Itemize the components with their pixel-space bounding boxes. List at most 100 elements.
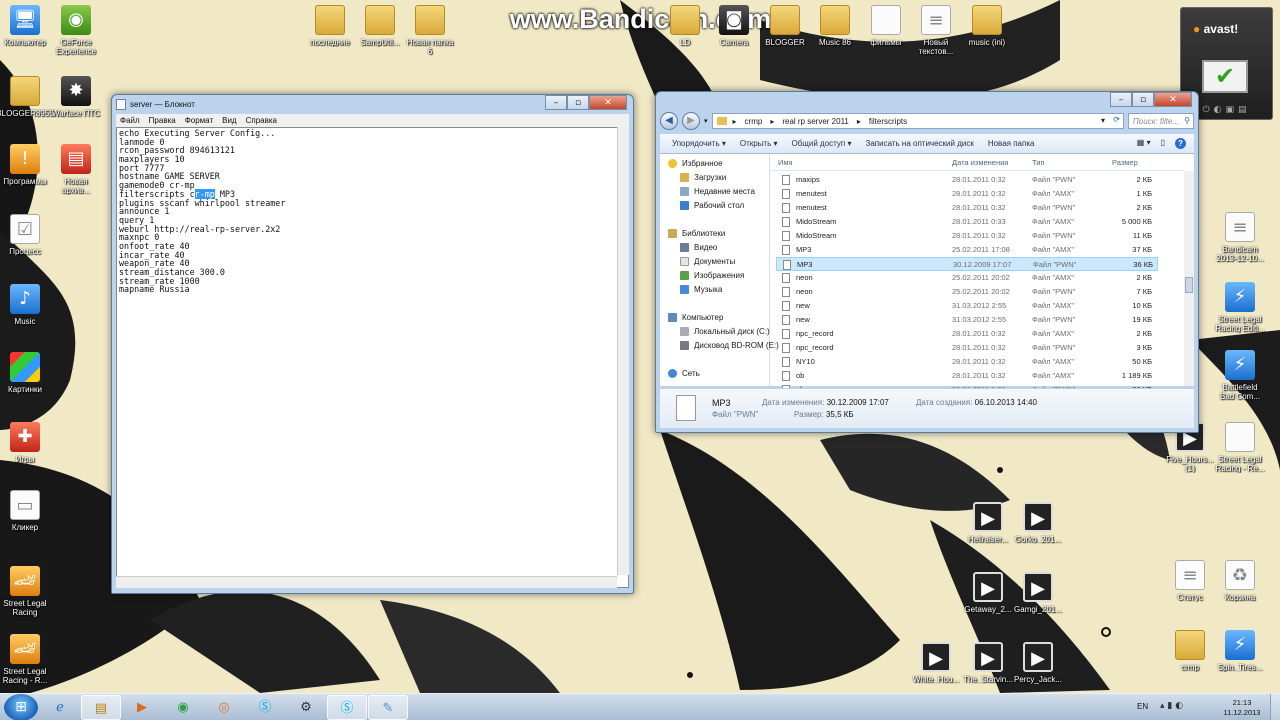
close-button[interactable]: ✕ bbox=[589, 95, 627, 110]
share-button[interactable]: Общий доступ ▾ bbox=[792, 139, 852, 148]
file-row[interactable]: menutest 28.01.2011 0:32 Файл "PWN" 2 КБ bbox=[776, 201, 1158, 215]
desktop-icon-spin-tires[interactable]: ⚡ Spin_Tires... bbox=[1210, 630, 1270, 672]
forward-button[interactable]: ▶ bbox=[682, 112, 700, 130]
notepad-taskbar-icon[interactable]: ✎ bbox=[368, 695, 408, 720]
column-name[interactable]: Имя bbox=[778, 158, 793, 167]
file-row[interactable]: MP3 25.02.2011 17:08 Файл "AMX" 37 КБ bbox=[776, 243, 1158, 257]
scroll-thumb[interactable] bbox=[1185, 277, 1193, 293]
desktop-icon-bandicam-file[interactable]: ≡ Bandicam 2013-12-10... bbox=[1210, 212, 1270, 263]
open-button[interactable]: Открыть ▾ bbox=[740, 139, 778, 148]
nav-libraries[interactable]: Библиотеки bbox=[668, 229, 725, 238]
help-icon[interactable]: ? bbox=[1175, 138, 1186, 149]
media-player-icon[interactable]: ▶ bbox=[122, 695, 162, 720]
new-folder-button[interactable]: Новая папка bbox=[988, 139, 1035, 148]
language-indicator[interactable]: EN bbox=[1137, 702, 1148, 711]
menu-file[interactable]: Файл bbox=[120, 114, 140, 127]
explorer-window[interactable]: – ▫ ✕ ◀ ▶ ▾ ▸ crmp ▸ real rp server 2011… bbox=[655, 91, 1199, 433]
burn-button[interactable]: Записать на оптический диск bbox=[866, 139, 974, 148]
desktop-icon-music-ini[interactable]: music (ini) bbox=[957, 5, 1017, 47]
steam-icon[interactable]: ⚙ bbox=[286, 695, 326, 720]
nav-images[interactable]: Изображения bbox=[680, 271, 744, 280]
file-row[interactable]: npc_record 28.01.2011 0:32 Файл "AMX" 2 КБ bbox=[776, 327, 1158, 341]
file-row[interactable]: MidoStream 28.01.2011 0:32 Файл "PWN" 11 КБ bbox=[776, 229, 1158, 243]
file-row[interactable]: new 31.03.2012 2:55 Файл "PWN" 19 КБ bbox=[776, 313, 1158, 327]
desktop-icon-clicker[interactable]: ▭ Кликер bbox=[0, 490, 55, 532]
explorer-taskbar-icon[interactable]: ▤ bbox=[81, 695, 121, 720]
nav-video[interactable]: Видео bbox=[680, 243, 717, 252]
view-options-icon[interactable]: ▦ ▾ bbox=[1137, 138, 1151, 149]
menu-help[interactable]: Справка bbox=[246, 114, 277, 127]
file-row[interactable]: neon 25.02.2011 20:02 Файл "AMX" 2 КБ bbox=[776, 271, 1158, 285]
nav-favorites[interactable]: Избранное bbox=[668, 159, 723, 168]
file-row[interactable]: maxips 28.01.2011 0:32 Файл "PWN" 2 КБ bbox=[776, 173, 1158, 187]
vertical-scrollbar[interactable] bbox=[617, 127, 629, 575]
desktop-icon-pictures[interactable]: Картинки bbox=[0, 352, 55, 394]
column-type[interactable]: Тип bbox=[1032, 158, 1045, 167]
organize-button[interactable]: Упорядочить ▾ bbox=[672, 139, 726, 148]
vertical-scrollbar[interactable] bbox=[1184, 171, 1194, 386]
chrome-icon[interactable]: ◉ bbox=[163, 695, 203, 720]
menu-edit[interactable]: Правка bbox=[149, 114, 176, 127]
nav-music[interactable]: Музыка bbox=[680, 285, 722, 294]
desktop-icon-archive[interactable]: ▤ Новая архив... bbox=[46, 144, 106, 195]
nav-local-disk[interactable]: Локальный диск (C:) bbox=[680, 327, 770, 336]
internet-explorer-icon[interactable]: ℯ bbox=[40, 695, 80, 720]
menu-view[interactable]: Вид bbox=[222, 114, 236, 127]
firefox-icon[interactable]: ◎ bbox=[204, 695, 244, 720]
desktop-icon-white-house[interactable]: ▶ White_Hou... bbox=[906, 642, 966, 684]
desktop-icon-games[interactable]: ✚ Игры bbox=[0, 422, 55, 464]
desktop-icon-warface[interactable]: ✸ Warface ПТС bbox=[46, 76, 106, 118]
desktop-icon-new-folder-6[interactable]: Новая папка 6 bbox=[400, 5, 460, 56]
file-row[interactable]: NY10 28.01.2011 0:32 Файл "AMX" 50 КБ bbox=[776, 355, 1158, 369]
file-row[interactable]: neon 25.02.2011 20:02 Файл "PWN" 7 КБ bbox=[776, 285, 1158, 299]
desktop-icon-geforce[interactable]: ◉ GeForce Experience bbox=[46, 5, 106, 56]
nav-bd-rom[interactable]: Дисковод BD-ROM (E:) bbox=[680, 341, 779, 350]
history-dropdown-icon[interactable]: ▾ bbox=[704, 117, 708, 125]
tray-icons[interactable]: ▴ ▮ ◐ bbox=[1160, 701, 1183, 711]
desktop-icon-battlefield[interactable]: ⚡ Battlefield Bad Com... bbox=[1210, 350, 1270, 401]
desktop-icon-gamgi[interactable]: ▶ Gamgi_201... bbox=[1008, 572, 1068, 614]
maximize-button[interactable]: ▫ bbox=[1132, 92, 1154, 107]
nav-computer[interactable]: Компьютер bbox=[668, 313, 723, 322]
desktop-icon-recycle-bin[interactable]: ♻ Корзина bbox=[1210, 560, 1270, 602]
refresh-icon[interactable]: ⟳ bbox=[1113, 115, 1120, 124]
nav-downloads[interactable]: Загрузки bbox=[680, 173, 726, 182]
skype-icon[interactable]: Ⓢ bbox=[245, 695, 285, 720]
breadcrumb-crmp[interactable]: crmp bbox=[745, 117, 763, 126]
file-row[interactable]: new 31.03.2012 2:55 Файл "AMX" 10 КБ bbox=[776, 299, 1158, 313]
nav-network[interactable]: Сеть bbox=[668, 369, 700, 378]
maximize-button[interactable]: ▫ bbox=[567, 95, 589, 110]
desktop-icon-slr[interactable]: 🏎 Street Legal Racing bbox=[0, 566, 55, 617]
preview-pane-icon[interactable]: ▯ bbox=[1161, 138, 1165, 149]
address-bar[interactable]: ▸ crmp ▸ real rp server 2011 ▸ filterscr… bbox=[711, 113, 1124, 129]
back-button[interactable]: ◀ bbox=[660, 112, 678, 130]
breadcrumb-real-rp[interactable]: real rp server 2011 bbox=[782, 117, 849, 126]
nav-recent[interactable]: Недавние места bbox=[680, 187, 755, 196]
desktop-icon-gorko[interactable]: ▶ Gorko_201... bbox=[1008, 502, 1068, 544]
minimize-button[interactable]: – bbox=[545, 95, 567, 110]
desktop-icon-percy[interactable]: ▶ Percy_Jack... bbox=[1008, 642, 1068, 684]
clock[interactable]: 21:13 11.12.2013 bbox=[1222, 698, 1262, 718]
desktop-icon-music[interactable]: ♪ Music bbox=[0, 284, 55, 326]
close-button[interactable]: ✕ bbox=[1154, 92, 1192, 107]
column-date[interactable]: Дата изменения bbox=[952, 158, 1008, 167]
text-editor[interactable]: echo Executing Server Config... lanmode … bbox=[116, 127, 629, 588]
file-row[interactable]: menutest 28.01.2011 0:32 Файл "AMX" 1 КБ bbox=[776, 187, 1158, 201]
desktop-icon-slr-edition[interactable]: ⚡ Street Legal Racing Editi... bbox=[1210, 282, 1270, 333]
horizontal-scrollbar[interactable] bbox=[116, 576, 617, 588]
nav-desktop[interactable]: Рабочий стол bbox=[680, 201, 744, 210]
skype-window-icon[interactable]: Ⓢ bbox=[327, 695, 367, 720]
address-dropdown-icon[interactable]: ▾ bbox=[1101, 116, 1105, 125]
show-desktop-button[interactable] bbox=[1270, 694, 1280, 720]
desktop-icon-slr-r[interactable]: 🏎 Street Legal Racing - R... bbox=[0, 634, 55, 685]
file-row[interactable]: npc_record 28.01.2011 0:32 Файл "PWN" 3 КБ bbox=[776, 341, 1158, 355]
minimize-button[interactable]: – bbox=[1110, 92, 1132, 107]
file-row[interactable]: MidoStream 28.01.2011 0:33 Файл "AMX" 5 000… bbox=[776, 215, 1158, 229]
desktop-icon-process[interactable]: ☑ Процесс bbox=[0, 214, 55, 256]
breadcrumb-filterscripts[interactable]: filterscripts bbox=[869, 117, 907, 126]
notepad-window[interactable]: server — Блокнот – ▫ ✕ Файл Правка Форма… bbox=[111, 94, 634, 594]
menu-format[interactable]: Формат bbox=[185, 114, 213, 127]
file-row[interactable]: ob 28.01.2011 0:32 Файл "AMX" 1 189 КБ bbox=[776, 369, 1158, 383]
start-button[interactable]: ⊞ bbox=[4, 694, 38, 720]
file-row[interactable]: MP3 30.12.2009 17:07 Файл "PWN" 36 КБ bbox=[776, 257, 1158, 271]
